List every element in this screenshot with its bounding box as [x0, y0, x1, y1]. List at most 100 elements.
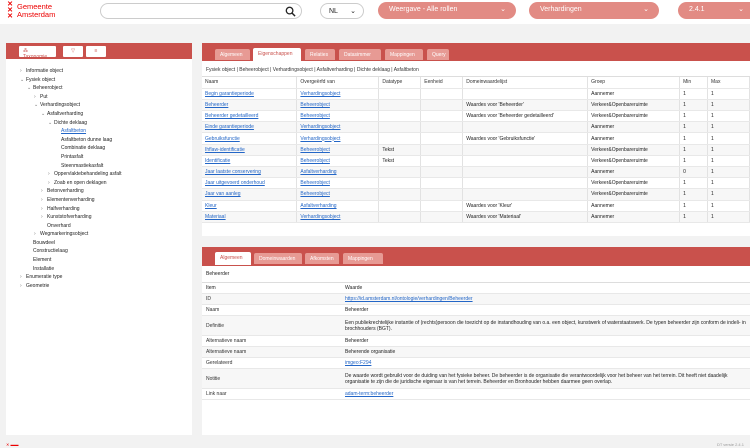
- detail-value[interactable]: imgeo:F294: [341, 357, 750, 369]
- table-cell[interactable]: Asfaltverharding: [296, 166, 380, 179]
- tree-node[interactable]: Bouwdeel: [6, 239, 192, 248]
- tab-detail-domeinwaarden[interactable]: Domeinwaarden: [254, 253, 302, 264]
- column-header[interactable]: Min: [679, 77, 709, 89]
- tab-detail-afkomsten[interactable]: Afkomsten: [305, 253, 339, 264]
- column-header[interactable]: Domeinwaardelijst: [462, 77, 589, 89]
- table-row[interactable]: Materiaal Verhardingsobject Waardes voor '…: [202, 211, 750, 223]
- tree-node[interactable]: › Elementenverharding: [6, 196, 192, 205]
- table-cell[interactable]: Beheerder gedetailleerd: [202, 110, 298, 123]
- tree-node[interactable]: › Zoab en open deklagen: [6, 179, 192, 188]
- tab-relaties[interactable]: Relaties: [305, 49, 335, 60]
- tree-node[interactable]: ⌄ Verhardingsobject: [6, 101, 192, 110]
- detail-value[interactable]: adam-term:beheerder: [341, 388, 750, 400]
- table-cell[interactable]: Verhardingsobject: [296, 88, 380, 100]
- table-row[interactable]: Beheerder Beheerobject Waardes voor 'Behee…: [202, 99, 750, 112]
- table-cell: [420, 88, 464, 100]
- tree-node-label: Asfaltverharding: [47, 110, 84, 117]
- table-cell[interactable]: Beheerobject: [296, 188, 380, 201]
- detail-title: Beheerder: [202, 266, 750, 283]
- table-cell[interactable]: Beheerobject: [296, 155, 380, 168]
- table-cell[interactable]: Beheerobject: [296, 110, 380, 123]
- table-cell[interactable]: Gebruiksfunctie: [202, 132, 298, 145]
- table-row[interactable]: Kleur Asfaltverharding Waardes voor 'Kleur…: [202, 200, 750, 212]
- tab-taxonomie[interactable]: ⁂ Taxonomie: [19, 46, 56, 60]
- table-row[interactable]: Beheerder gedetailleerd Beheerobject Waard…: [202, 110, 750, 123]
- tree-node[interactable]: ⌄ Asfaltverharding: [6, 110, 192, 119]
- search-input[interactable]: [100, 3, 302, 19]
- table-cell[interactable]: Beheerobject: [296, 177, 380, 190]
- tab-datasimmer[interactable]: Datasimmer: [339, 49, 381, 60]
- table-cell[interactable]: Ihflaw-identificatie: [202, 144, 298, 156]
- tree-node[interactable]: › Enumeratie type: [6, 273, 192, 282]
- table-cell[interactable]: Beheerder: [202, 99, 298, 112]
- tree-node[interactable]: ⌄ Beheerobject: [6, 84, 192, 93]
- column-header[interactable]: Naam: [202, 77, 298, 89]
- tree-node[interactable]: Asfaltbeton dunne laag: [6, 136, 192, 145]
- table-row[interactable]: Gebruiksfunctie Verhardingsobject Waardes …: [202, 132, 750, 145]
- table-cell[interactable]: Jaar laatste conservering: [202, 166, 298, 179]
- tree-node[interactable]: ⌄ Dichte deklaag: [6, 119, 192, 128]
- column-header[interactable]: Overgeërfd van: [296, 77, 380, 89]
- tree-node[interactable]: › Put: [6, 93, 192, 102]
- tree-node[interactable]: ⌄ Fysiek object: [6, 76, 192, 85]
- gemeente-logo[interactable]: ✕ ✕ ✕ Gemeente Amsterdam: [6, 1, 55, 20]
- tab-filter[interactable]: ▽: [63, 46, 83, 57]
- table-cell[interactable]: Verhardingsobject: [296, 132, 380, 145]
- table-cell[interactable]: Jaar uitgevoerd onderhoud: [202, 177, 298, 190]
- table-cell[interactable]: Beheerobject: [296, 99, 380, 112]
- table-row[interactable]: Identificatie Beheerobject Tekst Verkeer&Op…: [202, 155, 750, 168]
- tree-node[interactable]: › Wegmarkeringsobject: [6, 230, 192, 239]
- table-cell[interactable]: Jaar van aanleg: [202, 188, 298, 201]
- tree-node[interactable]: Constructielaag: [6, 247, 192, 256]
- table-cell[interactable]: Begin garantieperiode: [202, 88, 298, 100]
- properties-tabs: Algemeen Eigenschappen Relaties Datasimmer M…: [202, 43, 750, 61]
- tree-node[interactable]: Steenmastiekasfalt: [6, 162, 192, 171]
- tab-detail-algemeen[interactable]: Algemeen: [215, 252, 251, 265]
- version-selector[interactable]: 2.4.1 ⌄: [678, 2, 750, 19]
- table-row[interactable]: Ihflaw-identificatie Beheerobject Tekst Ver…: [202, 144, 750, 156]
- tab-detail-mappingen[interactable]: Mappingen: [343, 253, 383, 264]
- tab-eigenschappen[interactable]: Eigenschappen: [253, 48, 301, 61]
- view-selector[interactable]: Weergave - Alle rollen ⌄: [378, 2, 516, 19]
- tab-list[interactable]: ≡: [86, 46, 106, 57]
- search-icon[interactable]: [285, 6, 296, 17]
- tree-node[interactable]: › Geometrie: [6, 282, 192, 291]
- tree-node[interactable]: › Betonverharding: [6, 187, 192, 196]
- table-row[interactable]: Jaar van aanleg Beheerobject Verkeer&Openb…: [202, 188, 750, 201]
- table-cell[interactable]: Identificatie: [202, 155, 298, 168]
- tab-query[interactable]: Query: [427, 49, 449, 60]
- tree-node[interactable]: Combinatie deklaag: [6, 144, 192, 153]
- table-row[interactable]: Jaar laatste conservering Asfaltverhardin…: [202, 166, 750, 179]
- tree-node[interactable]: Installatie: [6, 265, 192, 274]
- tree-node[interactable]: › Oppervlaktebehandeling asfalt: [6, 170, 192, 179]
- tab-mappingen[interactable]: Mappingen: [385, 49, 423, 60]
- table-cell[interactable]: Kleur: [202, 200, 298, 212]
- table-cell[interactable]: Verhardingsobject: [296, 121, 380, 134]
- language-select[interactable]: NL ⌄: [320, 3, 364, 19]
- tree-node[interactable]: Asfaltbeton: [6, 127, 192, 136]
- table-cell[interactable]: Materiaal: [202, 211, 298, 223]
- table-cell: 1: [707, 166, 750, 179]
- tree-node[interactable]: › Halfverharding: [6, 205, 192, 214]
- table-row[interactable]: Einde garantieperiode Verhardingsobject Aa…: [202, 121, 750, 134]
- table-cell: Tekst: [378, 155, 422, 168]
- tree-node[interactable]: Element: [6, 256, 192, 265]
- table-row[interactable]: Jaar uitgevoerd onderhoud Beheerobject Ver…: [202, 177, 750, 190]
- tree-node[interactable]: Printasfalt: [6, 153, 192, 162]
- table-row[interactable]: Begin garantieperiode Verhardingsobject Aa…: [202, 88, 750, 100]
- tree-node[interactable]: › Kunststofverharding: [6, 213, 192, 222]
- column-header[interactable]: Groep: [587, 77, 681, 89]
- tree-node[interactable]: › Informatie object: [6, 67, 192, 76]
- table-cell[interactable]: Einde garantieperiode: [202, 121, 298, 134]
- column-header[interactable]: Max: [707, 77, 750, 89]
- tab-algemeen[interactable]: Algemeen: [215, 49, 250, 60]
- detail-value[interactable]: https://id.amsterdam.nl/ontologie/verhar…: [341, 293, 750, 305]
- table-cell[interactable]: Beheerobject: [296, 144, 380, 156]
- tree-node[interactable]: Onverhard: [6, 222, 192, 231]
- column-header[interactable]: Datatype: [378, 77, 422, 89]
- table-cell[interactable]: Verhardingsobject: [296, 211, 380, 223]
- table-cell: 1: [679, 188, 709, 201]
- object-selector[interactable]: Verhardingen ⌄: [529, 2, 659, 19]
- table-cell[interactable]: Asfaltverharding: [296, 200, 380, 212]
- column-header[interactable]: Eenheid: [420, 77, 464, 89]
